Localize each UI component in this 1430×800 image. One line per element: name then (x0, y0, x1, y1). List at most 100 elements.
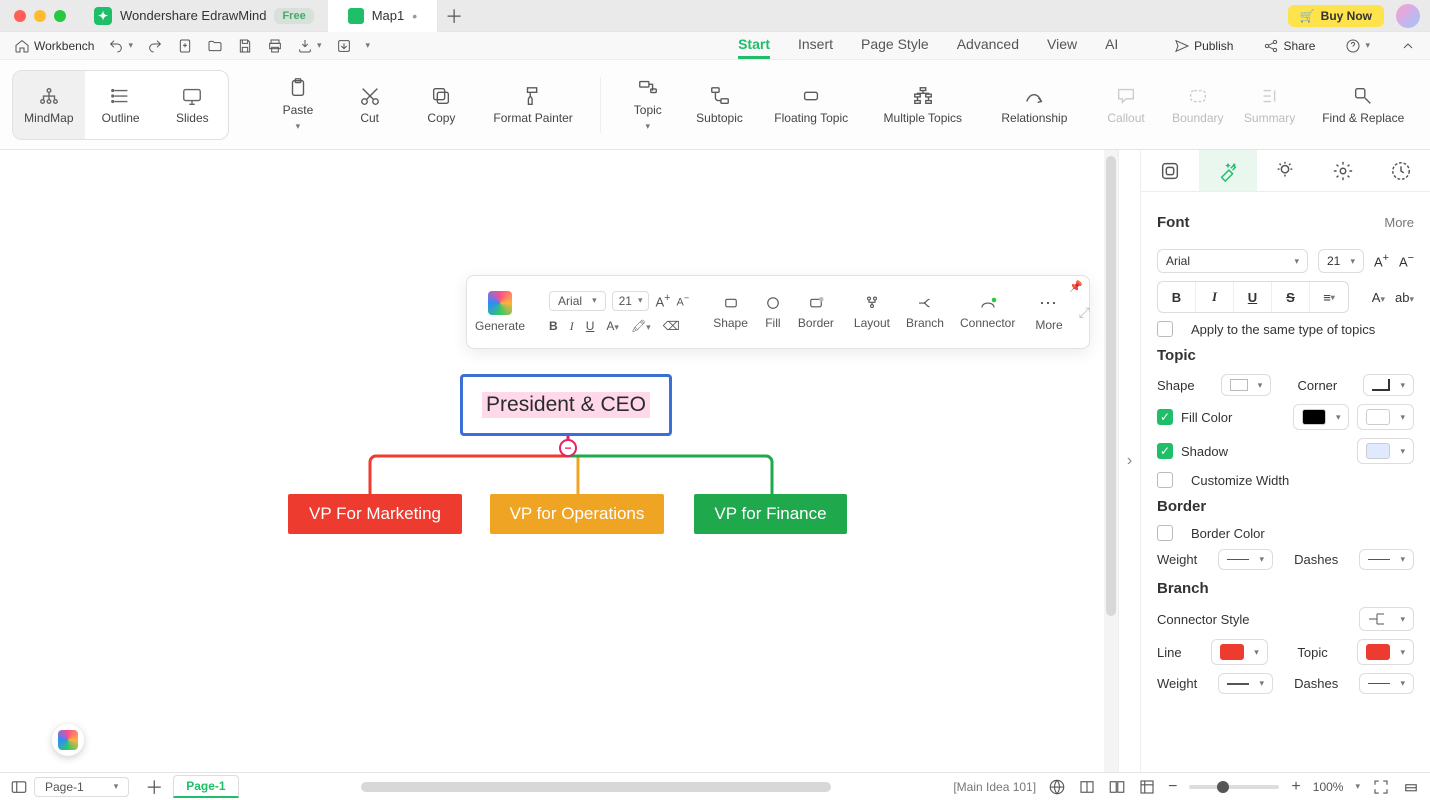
border-color-checkbox[interactable] (1157, 525, 1173, 541)
context-branch-button[interactable]: Branch (898, 276, 952, 348)
reading-mode-button[interactable] (1048, 778, 1066, 796)
font-size-select[interactable]: 21▾ (1318, 249, 1364, 273)
panel-tab-icon[interactable] (1257, 150, 1315, 191)
branch-weight-select[interactable]: ▾ (1218, 673, 1273, 694)
panel-underline-button[interactable]: U (1234, 282, 1272, 312)
menu-page-style[interactable]: Page Style (861, 32, 929, 59)
branch-dashes-select[interactable]: ▾ (1359, 673, 1414, 694)
customize-width-checkbox[interactable] (1157, 472, 1173, 488)
panel-tab-theme[interactable] (1141, 150, 1199, 191)
branch-topic-color-select[interactable]: ▾ (1357, 639, 1414, 665)
clear-format-button[interactable]: ⌫ (663, 319, 680, 333)
collapse-ribbon-button[interactable] (1394, 34, 1422, 58)
panel-toggle[interactable]: › (1118, 150, 1140, 772)
window-minimize[interactable] (34, 10, 46, 22)
floating-topic-button[interactable]: Floating Topic (756, 79, 866, 131)
context-fill-button[interactable]: Fill (756, 276, 790, 348)
ai-fab[interactable] (52, 724, 84, 756)
menu-start[interactable]: Start (738, 32, 770, 59)
panel-tab-settings[interactable] (1314, 150, 1372, 191)
menu-view[interactable]: View (1047, 32, 1077, 59)
find-replace-button[interactable]: Find & Replace (1308, 79, 1418, 131)
topic-button[interactable]: Topic▾ (613, 71, 683, 138)
context-more-button[interactable]: ⋯More (1027, 276, 1070, 348)
context-size-select[interactable]: 21▾ (612, 291, 650, 311)
panel-font-color-button[interactable]: A▾ (1372, 290, 1385, 305)
panel-align-button[interactable]: ≡▾ (1310, 282, 1348, 312)
branch-line-color-select[interactable]: ▾ (1211, 639, 1268, 665)
shadow-checkbox[interactable]: ✓ (1157, 443, 1173, 459)
canvas[interactable]: President & CEO − VP For Marketing VP fo… (0, 150, 1118, 772)
open-button[interactable] (201, 34, 229, 58)
menu-ai[interactable]: AI (1105, 32, 1118, 59)
help-button[interactable]: ▾ (1339, 34, 1376, 58)
context-font-select[interactable]: Arial▾ (549, 291, 606, 311)
view-slides[interactable]: Slides (156, 71, 228, 139)
menu-insert[interactable]: Insert (798, 32, 833, 59)
panel-bold-button[interactable]: B (1158, 282, 1196, 312)
undo-button[interactable]: ▾ (102, 34, 139, 58)
export-button[interactable]: ▾ (291, 34, 328, 58)
border-dashes-select[interactable]: ▾ (1359, 549, 1414, 570)
bold-button[interactable]: B (549, 319, 558, 333)
publish-button[interactable]: Publish (1168, 34, 1239, 58)
subtopic-button[interactable]: Subtopic (685, 79, 755, 131)
view-outline[interactable]: Outline (85, 71, 157, 139)
new-button[interactable] (171, 34, 199, 58)
two-page-button[interactable] (1108, 778, 1126, 796)
fullscreen-button[interactable] (1372, 778, 1390, 796)
font-more-link[interactable]: More (1384, 215, 1414, 230)
child-topic-3[interactable]: VP for Finance (694, 494, 847, 534)
panel-strike-button[interactable]: S (1272, 282, 1310, 312)
collapse-toggle[interactable]: − (559, 439, 577, 457)
cut-button[interactable]: Cut (335, 79, 405, 131)
topic-shape-select[interactable]: ▾ (1221, 374, 1272, 396)
add-tab-button[interactable]: ＋ (438, 3, 470, 29)
window-close[interactable] (14, 10, 26, 22)
redo-button[interactable] (141, 34, 169, 58)
share-button[interactable]: Share (1257, 34, 1321, 58)
context-shape-button[interactable]: Shape (705, 276, 756, 348)
pin-icon[interactable]: 📌 (1069, 280, 1083, 293)
exit-fullscreen-button[interactable] (1402, 778, 1420, 796)
menu-advanced[interactable]: Advanced (957, 32, 1019, 59)
multiple-topics-button[interactable]: Multiple Topics (868, 79, 978, 131)
single-page-button[interactable] (1078, 778, 1096, 796)
shadow-select[interactable]: ▾ (1357, 438, 1414, 464)
more-quick-button[interactable]: ▾ (360, 36, 377, 55)
import-button[interactable] (330, 34, 358, 58)
page-tab[interactable]: Page-1 (173, 775, 238, 798)
zoom-in-button[interactable]: + (1291, 778, 1300, 796)
context-border-button[interactable]: Border (790, 276, 842, 348)
zoom-value[interactable]: 100% (1313, 780, 1344, 794)
fill-color-1-select[interactable]: ▾ (1293, 404, 1350, 430)
panel-tab-style[interactable] (1199, 150, 1257, 191)
fill-color-checkbox[interactable]: ✓ (1157, 409, 1173, 425)
horizontal-scrollbar[interactable] (361, 782, 831, 792)
pages-panel-button[interactable] (10, 778, 28, 796)
document-tab[interactable]: Map1 • (328, 0, 438, 32)
ai-generate-button[interactable]: Generate (467, 276, 533, 348)
format-painter-button[interactable]: Format Painter (478, 79, 588, 131)
context-connector-button[interactable]: Connector (952, 276, 1023, 348)
font-color-button[interactable]: A▾ (606, 319, 619, 333)
zoom-slider[interactable] (1189, 785, 1279, 789)
view-mindmap[interactable]: MindMap (13, 71, 85, 139)
buy-now-button[interactable]: 🛒 Buy Now (1288, 5, 1384, 27)
fit-page-button[interactable] (1138, 778, 1156, 796)
font-decrease-button[interactable]: A− (676, 293, 689, 309)
vertical-scrollbar[interactable] (1104, 150, 1118, 772)
underline-button[interactable]: U (586, 319, 595, 333)
context-layout-button[interactable]: Layout (846, 276, 898, 348)
fill-color-2-select[interactable]: ▾ (1357, 404, 1414, 430)
paste-button[interactable]: Paste▾ (263, 71, 333, 138)
font-family-select[interactable]: Arial▾ (1157, 249, 1308, 273)
user-avatar[interactable] (1396, 4, 1420, 28)
topic-corner-select[interactable]: ▾ (1363, 374, 1414, 396)
panel-text-case-button[interactable]: ab▾ (1395, 290, 1414, 305)
page-select[interactable]: Page-1▾ (34, 777, 129, 797)
relationship-button[interactable]: Relationship (980, 79, 1090, 131)
window-zoom[interactable] (54, 10, 66, 22)
root-topic[interactable]: President & CEO (460, 374, 672, 436)
apply-same-type-checkbox[interactable] (1157, 321, 1173, 337)
